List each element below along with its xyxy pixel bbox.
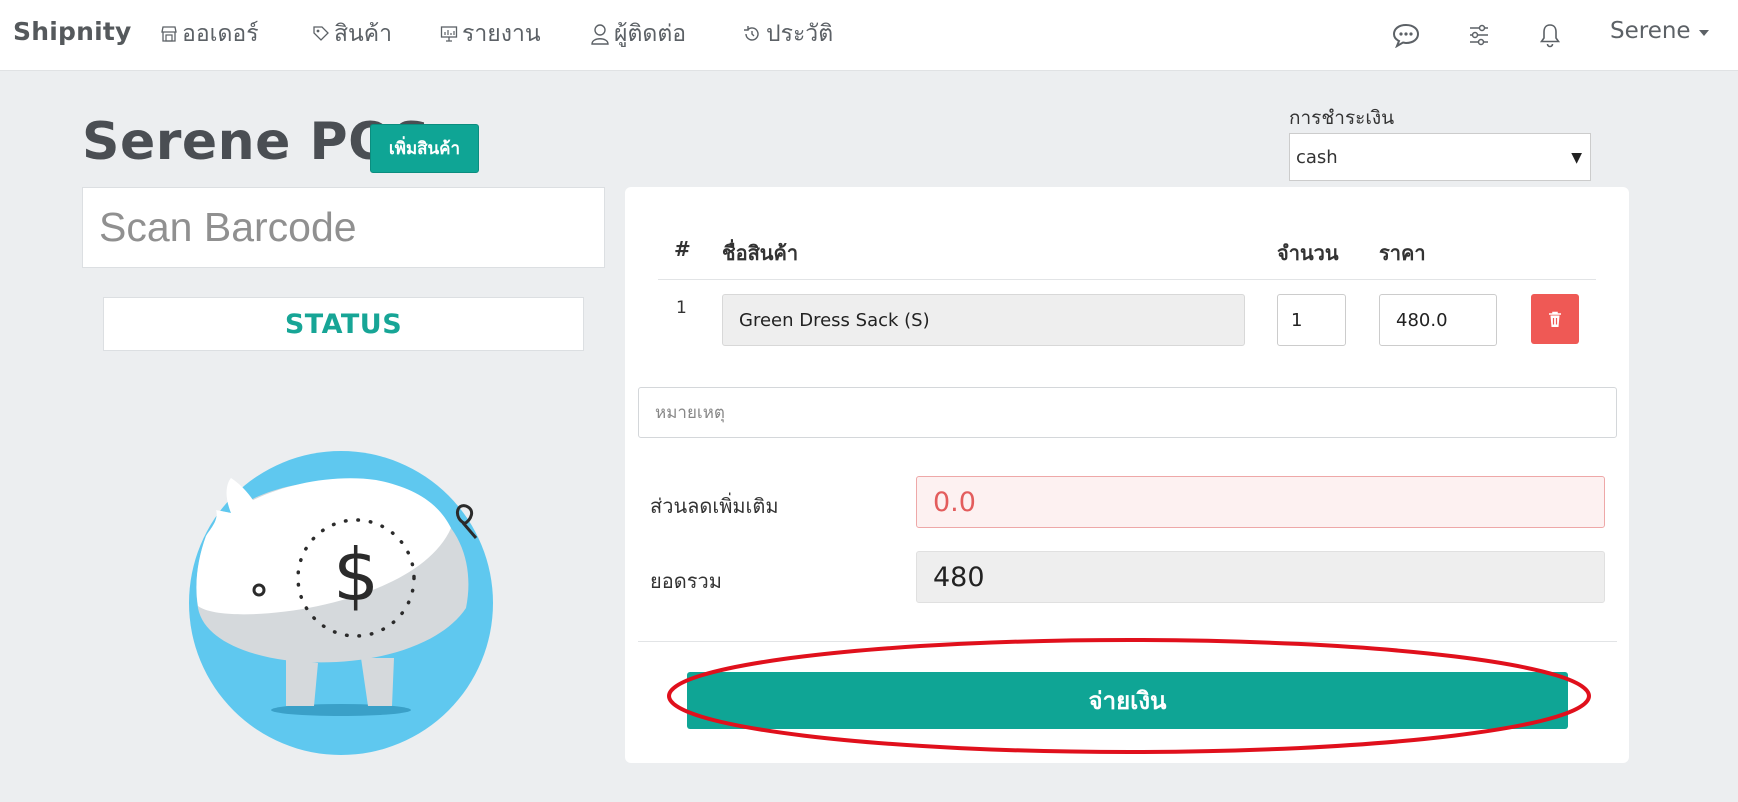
product-name-field: Green Dress Sack (S) (722, 294, 1245, 346)
status-box: STATUS (103, 297, 584, 351)
discount-input[interactable]: 0.0 (916, 476, 1605, 528)
pay-button[interactable]: จ่ายเงิน (687, 672, 1568, 729)
barcode-input[interactable] (82, 187, 605, 268)
discount-label: ส่วนลดเพิ่มเติม (650, 494, 779, 518)
nav-item-label: ผู้ติดต่อ (614, 21, 687, 47)
piggy-bank-illustration: $ (189, 451, 493, 755)
payment-selected-value: cash (1296, 146, 1338, 168)
price-input[interactable]: 480.0 (1379, 294, 1497, 346)
nav-item-label: รายงาน (462, 21, 541, 47)
monitor-chart-icon (440, 26, 458, 42)
quantity-input[interactable]: 1 (1277, 294, 1346, 346)
history-icon (744, 26, 759, 41)
add-product-button[interactable]: เพิ่มสินค้า (370, 124, 479, 173)
chat-button[interactable] (1391, 20, 1421, 50)
nav-item-products[interactable]: สินค้า (312, 19, 392, 49)
total-label: ยอดรวม (650, 569, 722, 593)
payment-method-select[interactable]: cash ▼ (1289, 133, 1591, 181)
caret-down-icon (1698, 30, 1709, 36)
payment-label: การชำระเงิน (1289, 107, 1395, 129)
store-icon (161, 26, 177, 42)
header-quantity: จำนวน (1277, 241, 1339, 265)
user-name: Serene (1610, 18, 1691, 44)
tag-icon (313, 26, 329, 41)
sliders-icon (1470, 24, 1488, 46)
person-icon (591, 24, 609, 45)
row-number: 1 (676, 298, 687, 318)
panel-divider (638, 641, 1617, 642)
nav-item-contacts[interactable]: ผู้ติดต่อ (590, 19, 686, 49)
nav-item-history[interactable]: ประวัติ (742, 19, 833, 49)
nav-item-reports[interactable]: รายงาน (440, 19, 541, 49)
nav-item-label: ประวัติ (766, 21, 834, 47)
delete-item-button[interactable] (1531, 294, 1579, 344)
brand-logo[interactable]: Shipnity (13, 17, 131, 46)
nav-item-orders[interactable]: ออเดอร์ (160, 19, 259, 49)
header-price: ราคา (1379, 241, 1426, 265)
notifications-button[interactable] (1535, 20, 1565, 50)
trash-icon (1549, 311, 1561, 327)
note-input[interactable]: หมายเหตุ (638, 387, 1617, 438)
header-num: # (674, 237, 691, 261)
cart-panel: # ชื่อสินค้า จำนวน ราคา 1 Green Dress Sa… (625, 187, 1629, 763)
nav-item-label: ออเดอร์ (182, 21, 259, 47)
dropdown-arrow-icon: ▼ (1571, 150, 1582, 166)
svg-text:$: $ (333, 533, 379, 617)
user-menu[interactable]: Serene (1610, 18, 1709, 44)
chat-icon (1392, 23, 1420, 48)
total-field: 480 (916, 551, 1605, 603)
nav-item-label: สินค้า (334, 21, 393, 47)
table-header-divider (658, 279, 1596, 280)
header-product-name: ชื่อสินค้า (722, 241, 799, 265)
top-navbar: Shipnity ออเดอร์ สินค้า รายงาน ผู้ติดต่อ… (0, 0, 1738, 71)
bell-icon (1539, 24, 1561, 48)
settings-button[interactable] (1464, 20, 1494, 50)
